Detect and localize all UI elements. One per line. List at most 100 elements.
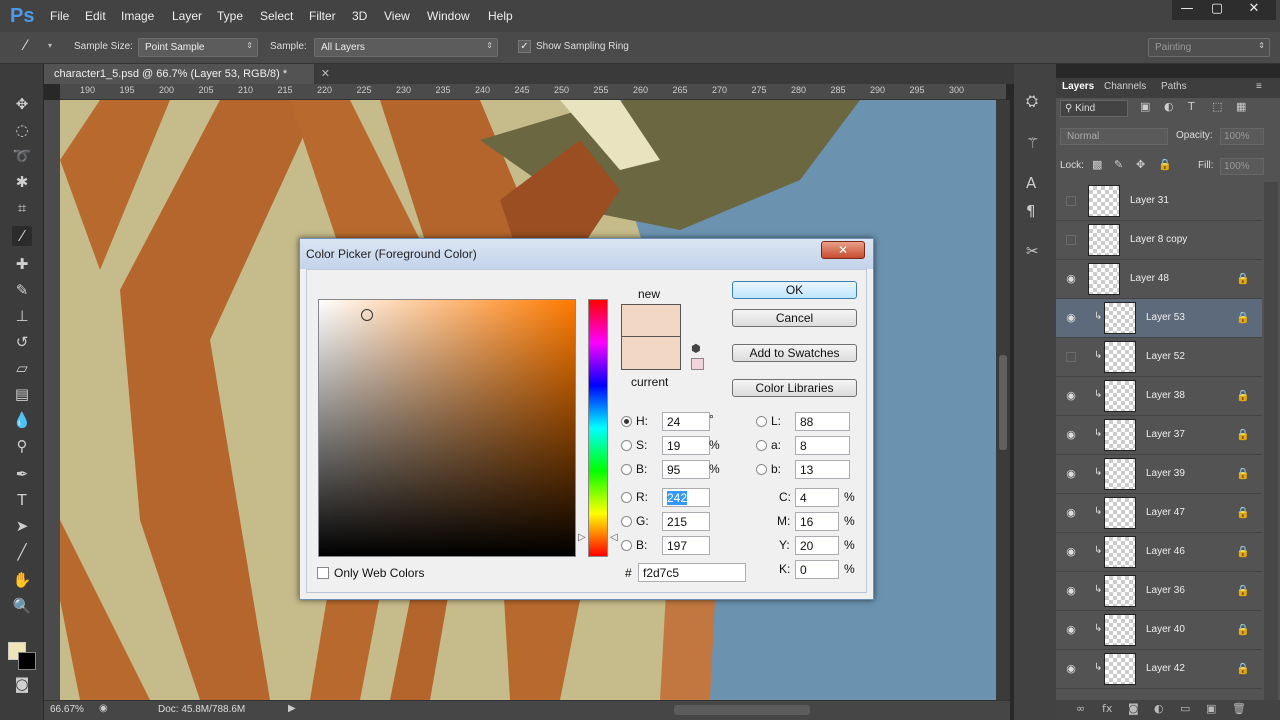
cyan-input[interactable]: 4 — [795, 488, 839, 507]
sample-select[interactable]: All Layers ⇕ — [314, 38, 498, 57]
web-safe-swatch[interactable] — [691, 358, 704, 370]
tab-layers[interactable]: Layers — [1062, 81, 1094, 92]
layer-row[interactable]: ◉ ↳ Layer 40 🔒 — [1056, 611, 1262, 650]
gamut-warning-cube-icon[interactable]: ⬢ — [691, 342, 701, 355]
layer-name[interactable]: Layer 47 — [1146, 507, 1185, 518]
sample-size-select[interactable]: Point Sample ⇕ — [138, 38, 258, 57]
yellow-input[interactable]: 20 — [795, 536, 839, 555]
brush-tool-icon[interactable]: ✎ — [12, 280, 32, 300]
visibility-toggle[interactable] — [1066, 235, 1076, 245]
filter-pixel-icon[interactable]: ▣ — [1140, 100, 1150, 113]
h-input[interactable]: 24 — [662, 412, 710, 431]
show-ring-checkbox[interactable]: ✓ — [518, 40, 531, 53]
color-field[interactable] — [318, 299, 576, 557]
eye-icon[interactable]: ◉ — [1064, 662, 1078, 676]
layer-thumbnail[interactable] — [1104, 419, 1136, 451]
close-tab-icon[interactable]: ✕ — [321, 67, 330, 80]
brush-presets-icon[interactable]: ⚚ — [1026, 134, 1039, 152]
layer-name[interactable]: Layer 52 — [1146, 351, 1185, 362]
magenta-input[interactable]: 16 — [795, 512, 839, 531]
layer-row[interactable]: ◉ ↳ Layer 47 🔒 — [1056, 494, 1262, 533]
only-web-colors-checkbox[interactable] — [317, 567, 329, 579]
layer-thumbnail[interactable] — [1088, 185, 1120, 217]
add-to-swatches-button[interactable]: Add to Swatches — [732, 344, 857, 362]
menu-help[interactable]: Help — [488, 9, 513, 23]
menu-3d[interactable]: 3D — [352, 9, 367, 23]
paragraph-icon[interactable]: ¶ — [1026, 202, 1036, 220]
color-libraries-button[interactable]: Color Libraries — [732, 379, 857, 397]
new-adjustment-icon[interactable]: ◐ — [1154, 702, 1164, 715]
lab-a-input[interactable]: 8 — [795, 436, 850, 455]
menu-window[interactable]: Window — [427, 9, 470, 23]
menu-type[interactable]: Type — [217, 9, 243, 23]
character-icon[interactable]: A — [1026, 174, 1036, 192]
close-window-button[interactable]: ✕ — [1232, 0, 1276, 20]
eye-icon[interactable]: ◉ — [1064, 506, 1078, 520]
eye-icon[interactable]: ◉ — [1064, 545, 1078, 559]
scroll-thumb[interactable] — [999, 355, 1007, 450]
r-input[interactable]: 242 — [662, 488, 710, 507]
black-input[interactable]: 0 — [795, 560, 839, 579]
g-radio[interactable] — [621, 516, 632, 527]
layer-row[interactable]: ◉ ↳ Layer 53 🔒 — [1056, 299, 1262, 338]
move-tool-icon[interactable]: ✥ — [12, 94, 32, 114]
path-selection-tool-icon[interactable]: ➤ — [12, 516, 32, 536]
eye-icon[interactable]: ◉ — [1064, 428, 1078, 442]
document-tab[interactable]: character1_5.psd @ 66.7% (Layer 53, RGB/… — [44, 64, 330, 84]
g-input[interactable]: 215 — [662, 512, 710, 531]
status-info-icon[interactable]: ◉ — [99, 703, 108, 714]
layer-name[interactable]: Layer 36 — [1146, 585, 1185, 596]
layer-row[interactable]: Layer 31 — [1056, 182, 1262, 221]
lab-l-input[interactable]: 88 — [795, 412, 850, 431]
layer-row[interactable]: ◉ ↳ Layer 42 🔒 — [1056, 650, 1262, 689]
layer-thumbnail[interactable] — [1104, 536, 1136, 568]
dodge-tool-icon[interactable]: ⚲ — [12, 436, 32, 456]
layer-thumbnail[interactable] — [1104, 575, 1136, 607]
lock-all-icon[interactable]: 🔒 — [1158, 158, 1172, 171]
horizontal-scroll-thumb[interactable] — [674, 705, 810, 715]
filter-type-icon[interactable]: T — [1188, 100, 1195, 113]
filter-smart-object-icon[interactable]: ▦ — [1236, 100, 1246, 113]
line-tool-icon[interactable]: ╱ — [12, 542, 32, 562]
blend-mode-select[interactable]: Normal — [1060, 128, 1168, 145]
visibility-toggle[interactable] — [1066, 196, 1076, 206]
marquee-tool-icon[interactable]: ◌ — [12, 120, 32, 140]
tab-paths[interactable]: Paths — [1161, 81, 1187, 92]
eraser-tool-icon[interactable]: ▱ — [12, 358, 32, 378]
layer-row[interactable]: ◉ ↳ Layer 38 🔒 — [1056, 377, 1262, 416]
quick-mask-icon[interactable]: ◙ — [12, 674, 32, 694]
hand-tool-icon[interactable]: ✋ — [12, 570, 32, 590]
healing-brush-tool-icon[interactable]: ✚ — [12, 254, 32, 274]
eye-icon[interactable]: ◉ — [1064, 389, 1078, 403]
zoom-tool-icon[interactable]: 🔍 — [12, 596, 32, 616]
tool-presets-icon[interactable]: ✂ — [1026, 242, 1039, 260]
layer-row[interactable]: ◉ Layer 48 🔒 — [1056, 260, 1262, 299]
add-mask-icon[interactable]: ◙ — [1128, 702, 1139, 715]
layer-name[interactable]: Layer 53 — [1146, 312, 1185, 323]
workspace-select[interactable]: Painting ⇕ — [1148, 38, 1270, 57]
hue-slider[interactable] — [588, 299, 608, 557]
new-layer-icon[interactable]: ▣ — [1206, 702, 1216, 715]
b-radio[interactable] — [621, 464, 632, 475]
hue-slider-right-arrow[interactable]: ◁ — [610, 532, 618, 543]
layer-name[interactable]: Layer 38 — [1146, 390, 1185, 401]
layer-row[interactable]: ◉ ↳ Layer 36 🔒 — [1056, 572, 1262, 611]
maximize-button[interactable]: ▢ — [1202, 0, 1232, 20]
lab-b-input[interactable]: 13 — [795, 460, 850, 479]
blur-tool-icon[interactable]: 💧 — [12, 410, 32, 430]
blue-radio[interactable] — [621, 540, 632, 551]
lasso-tool-icon[interactable]: ➰ — [12, 146, 32, 166]
gradient-tool-icon[interactable]: ▤ — [12, 384, 32, 404]
current-color-swatch[interactable] — [621, 337, 681, 370]
fill-input[interactable]: 100% — [1220, 158, 1264, 175]
eyedropper-tool-icon[interactable]: ⁄ — [12, 226, 32, 246]
delete-layer-icon[interactable]: 🗑 — [1232, 702, 1246, 715]
ok-button[interactable]: OK — [732, 281, 857, 299]
filter-adjustment-icon[interactable]: ◐ — [1164, 100, 1174, 113]
r-radio[interactable] — [621, 492, 632, 503]
adjustments-icon[interactable]: ⛭ — [1026, 92, 1038, 110]
history-brush-tool-icon[interactable]: ↺ — [12, 332, 32, 352]
layer-thumbnail[interactable] — [1088, 263, 1120, 295]
lock-position-icon[interactable]: ✥ — [1136, 158, 1145, 171]
minimize-button[interactable]: — — [1172, 0, 1202, 20]
